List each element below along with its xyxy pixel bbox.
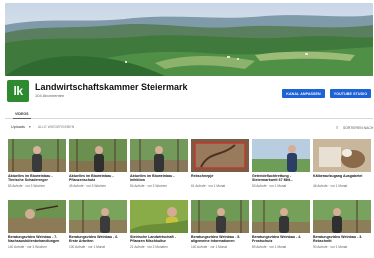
video-title[interactable]: Beratungsvideo Weinbau - 4. Frostschutz — [252, 235, 310, 244]
video-meta: 54 Aufrufe · vor 3 Wochen — [130, 184, 167, 188]
video-meta: 46 Aufrufe · vor 1 Monat — [313, 184, 348, 188]
video-title[interactable]: Beratungsvideo Weinbau - 3. Rebschnitt — [313, 235, 371, 244]
chevron-down-icon[interactable]: ▾ — [29, 125, 31, 129]
video-thumbnail[interactable] — [8, 200, 66, 233]
channel-name: Landwirtschaftskammer Steiermark — [35, 82, 188, 92]
video-title[interactable]: Kälberaufzugang Ausgabetei — [313, 174, 371, 178]
video-thumbnail[interactable] — [252, 200, 310, 233]
landscape-banner-image — [5, 3, 373, 76]
video-meta: 140 Aufrufe · vor 1 Monat — [191, 245, 227, 249]
video-thumbnail[interactable] — [130, 200, 188, 233]
video-meta: 61 Aufrufe · vor 1 Monat — [191, 184, 226, 188]
video-title[interactable]: Beratungsvideo Weinbau - 5. allgemeine I… — [191, 235, 249, 244]
video-title[interactable]: Beratungsvideo Weinbau - 7. Nachsaushüte… — [8, 235, 66, 244]
subscriber-count: 104 Abonnenten — [35, 93, 65, 98]
video-thumbnail[interactable] — [252, 139, 310, 172]
channel-header: lk Landwirtschaftskammer Steiermark 104 … — [5, 80, 373, 106]
video-title[interactable]: Steirische Landwirtschaft - Pflanzen Mis… — [130, 235, 188, 244]
video-meta: 83 Aufrufe · vor 3 Wochen — [8, 184, 45, 188]
tab-videos[interactable]: VIDEOS — [13, 109, 31, 119]
video-title[interactable]: Aktuelles im Bioweinbau - Infektion — [130, 174, 188, 183]
channel-banner — [5, 3, 373, 76]
video-thumbnail[interactable] — [191, 139, 249, 172]
channel-tabs: VIDEOS — [5, 109, 373, 119]
video-title[interactable]: Aktuelles im Bioweinbau - Tierische Scha… — [8, 174, 66, 183]
video-title[interactable]: Getreidefluchtrettung - Steiermarkweit 6… — [252, 174, 310, 183]
video-meta: 49 Aufrufe · vor 3 Wochen — [69, 184, 106, 188]
video-thumbnail[interactable] — [69, 200, 127, 233]
video-meta: 100 Aufrufe · vor 1 Monat — [69, 245, 105, 249]
video-meta: 53 Aufrufe · vor 1 Monat — [252, 184, 287, 188]
video-meta: 89 Aufrufe · vor 1 Monat — [252, 245, 287, 249]
video-title[interactable]: Beratungsvideo Weinbau - 6. Erste Arbeit… — [69, 235, 127, 244]
video-meta: 90 Aufrufe · vor 1 Monat — [313, 245, 348, 249]
sort-icon[interactable]: ≡ — [336, 125, 338, 130]
uploads-filter-row: Uploads ▾ ALLE WIEDERGEBEN ≡ SORTIEREN N… — [5, 124, 373, 132]
video-meta: 140 Aufrufe · vor 3 Wochen — [8, 245, 47, 249]
video-thumbnail[interactable] — [69, 139, 127, 172]
video-thumbnail[interactable] — [130, 139, 188, 172]
video-title[interactable]: Rebschnepje — [191, 174, 249, 178]
video-thumbnail[interactable] — [191, 200, 249, 233]
video-thumbnail[interactable] — [313, 139, 371, 172]
youtube-studio-button[interactable]: YOUTUBE STUDIO — [330, 89, 371, 98]
play-all-link[interactable]: ALLE WIEDERGEBEN — [38, 125, 74, 129]
channel-avatar[interactable]: lk — [7, 80, 29, 102]
video-meta: 21 Aufrufe · vor 2 Monaten — [130, 245, 168, 249]
customize-channel-button[interactable]: KANAL ANPASSEN — [282, 89, 325, 98]
uploads-dropdown[interactable]: Uploads — [11, 125, 25, 129]
sort-by-button[interactable]: SORTIEREN NACH — [343, 126, 373, 130]
video-thumbnail[interactable] — [313, 200, 371, 233]
video-thumbnail[interactable] — [8, 139, 66, 172]
video-title[interactable]: Aktuelles im Bioweinbau - Pflanzenschutz — [69, 174, 127, 183]
